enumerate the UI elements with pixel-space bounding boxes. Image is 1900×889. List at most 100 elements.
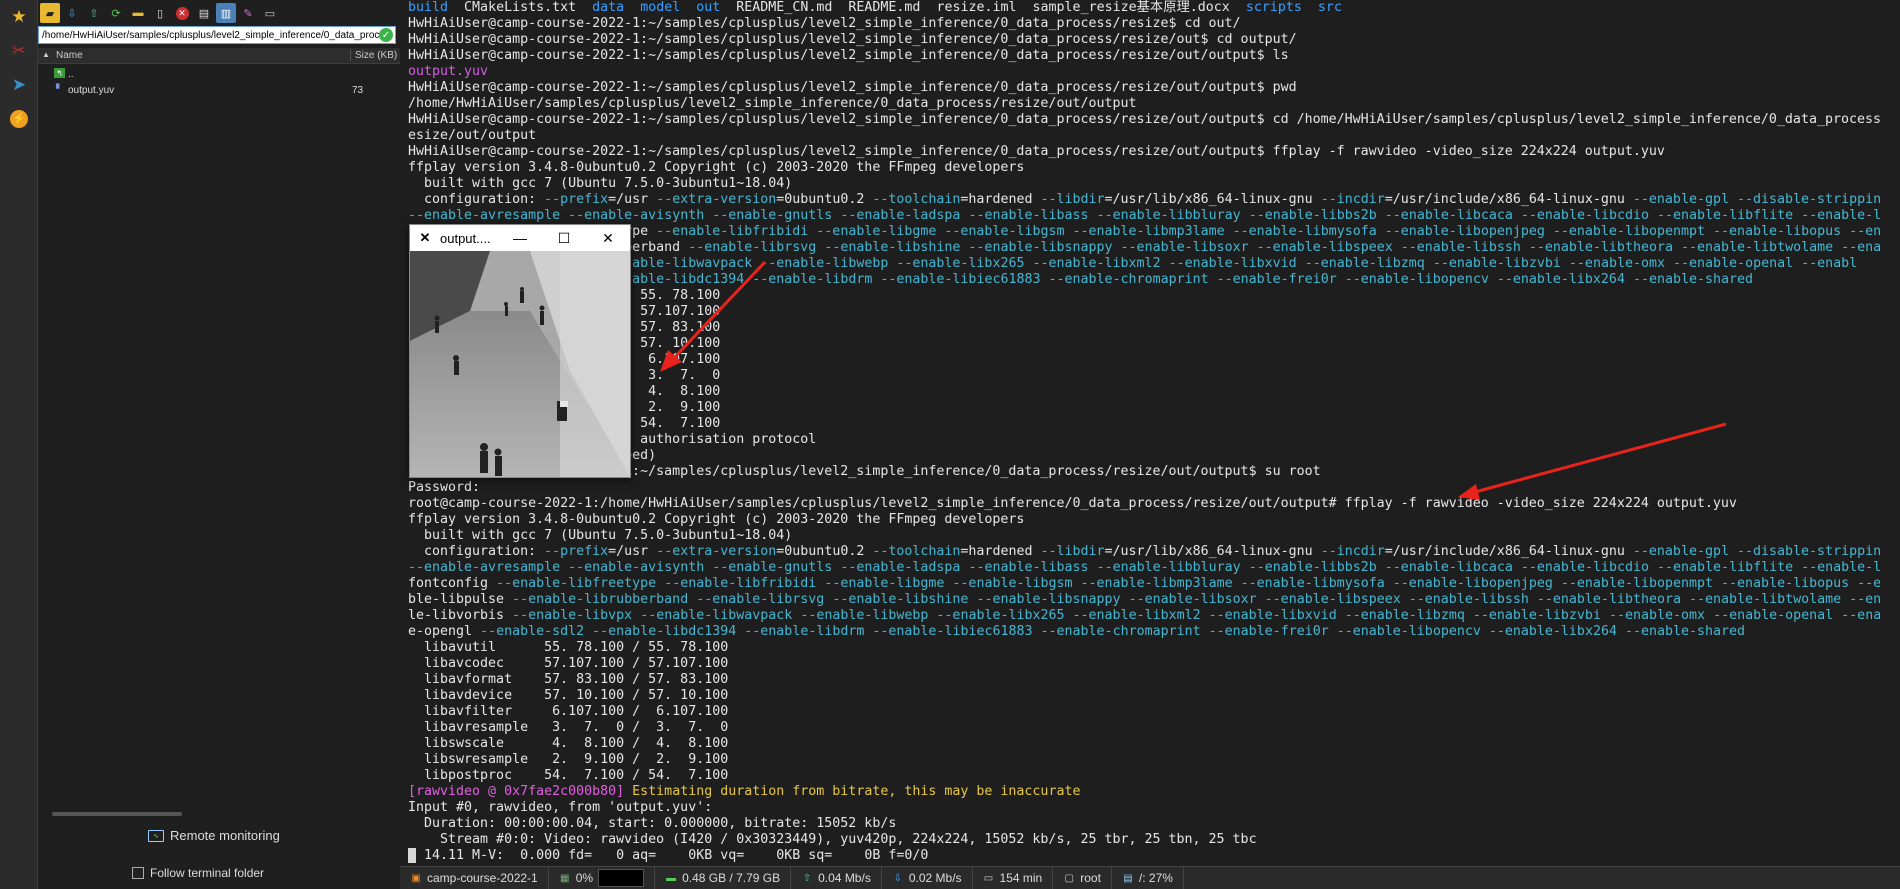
progress-text: 14.11 M-V: 0.000 fd= 0 aq= 0KB vq= 0KB s…	[416, 848, 929, 863]
prompt-line: HwHiAiUser@camp-course-2022-1:~/samples/…	[408, 144, 1665, 159]
monitor-chart-icon: ∿	[148, 829, 164, 842]
config-line-text: =hardened	[960, 192, 1041, 207]
file-row-output-yuv[interactable]: ▘ output.yuv 73	[38, 83, 400, 98]
status-download[interactable]: ⇩ 0.02 Mb/s	[882, 867, 973, 889]
config-option: --prefix	[544, 544, 609, 559]
config-option: --enable-libzvbi	[1432, 256, 1561, 271]
config-option: --enable-libx265	[896, 256, 1025, 271]
config-line-text	[1209, 272, 1217, 287]
config-option: --extra-version	[656, 544, 777, 559]
config-option: --enable-shared	[1632, 272, 1754, 287]
ls-entry: model	[640, 0, 681, 15]
config-option: --incdir	[1320, 192, 1385, 207]
delete-icon[interactable]: ✕	[172, 3, 192, 23]
stream-info-line: Input #0, rawvideo, from 'output.yuv':	[408, 800, 713, 815]
monitor-icon[interactable]: ⚡	[4, 104, 34, 134]
column-name[interactable]: Name	[56, 50, 83, 61]
config-line-text	[1233, 576, 1241, 591]
config-line-text	[1065, 608, 1073, 623]
config-line-text: =/usr	[608, 544, 657, 559]
column-size[interactable]: Size (KB)	[350, 50, 397, 61]
memory-icon: ▬	[666, 872, 677, 884]
config-line-text	[1841, 224, 1849, 239]
prompt-line: HwHiAiUser@camp-course-2022-1:~/samples/…	[408, 112, 1890, 127]
config-option: --enable-libshine	[832, 592, 969, 607]
config-option: --enable-libcdio	[1520, 560, 1649, 575]
config-option: --enable-libshine	[824, 240, 961, 255]
check-icon[interactable]: ✓	[379, 28, 393, 42]
rename-icon[interactable]: ▤	[194, 3, 214, 23]
config-option: --incdir	[1320, 544, 1385, 559]
config-option: --enable-libxml2	[1072, 608, 1201, 623]
config-option: --enable-libsoxr	[1120, 240, 1249, 255]
ffplay-titlebar[interactable]: ✕ output.... — ☐ ✕	[410, 225, 630, 251]
config-line-text	[1561, 256, 1569, 271]
config-line-text: le-libvorbis	[408, 608, 513, 623]
settings-icon[interactable]: ✎	[238, 3, 258, 23]
follow-terminal-checkbox[interactable]: Follow terminal folder	[132, 866, 264, 880]
vertical-scrollbar[interactable]	[1880, 0, 1890, 866]
minimize-button[interactable]: —	[498, 230, 542, 246]
terminal-icon[interactable]: ▭	[260, 3, 280, 23]
ffplay-window[interactable]: ✕ output.... — ☐ ✕	[409, 224, 631, 478]
path-text[interactable]: /home/HwHiAiUser/samples/cplusplus/level…	[39, 30, 379, 41]
config-option: --enable-libbluray	[1096, 208, 1241, 223]
file-row-parent[interactable]: ↰ ..	[38, 67, 400, 82]
ls-entry: CMakeLists.txt	[464, 0, 577, 15]
send-icon[interactable]: ➤	[4, 70, 34, 100]
config-option: --enable-libcaca	[1384, 208, 1513, 223]
config-line-text	[1649, 208, 1657, 223]
status-user[interactable]: ▢ root	[1053, 867, 1112, 889]
config-line-text	[1713, 576, 1721, 591]
user-icon: ▢	[1064, 872, 1074, 884]
config-line-text: =/usr/lib/x86_64-linux-gnu	[1104, 544, 1321, 559]
refresh-icon[interactable]: ⟳	[106, 3, 126, 23]
maximize-button[interactable]: ☐	[542, 230, 586, 247]
prompt-line: ffplay version 3.4.8-0ubuntu0.2 Copyrigh…	[408, 160, 1025, 175]
config-option: --enable-libdrm	[744, 624, 865, 639]
config-option: --enable-frei0r	[1216, 272, 1337, 287]
horizontal-scrollbar[interactable]	[52, 812, 182, 816]
config-option: --enable-omx	[1608, 608, 1706, 623]
sort-up-icon[interactable]: ▲	[42, 50, 50, 59]
config-option: --disable-stripping	[1737, 192, 1890, 207]
new-file-icon[interactable]: ▯	[150, 3, 170, 23]
status-disk[interactable]: ▤ /: 27%	[1112, 867, 1184, 889]
config-option: --enable-libwebp	[800, 608, 929, 623]
config-option: --enable-libtheora	[1528, 240, 1673, 255]
status-uptime[interactable]: ▭ 154 min	[973, 867, 1054, 889]
path-input[interactable]: /home/HwHiAiUser/samples/cplusplus/level…	[38, 26, 396, 44]
library-version-line: libavformat 57. 83.100 / 57. 83.100	[408, 672, 729, 687]
config-option: --enable-libspeex	[1256, 240, 1393, 255]
folder-icon[interactable]: ▰	[40, 3, 60, 23]
config-option: --enable-libwebp	[760, 256, 889, 271]
ls-entry: out	[696, 0, 721, 15]
new-folder-icon[interactable]: ▬	[128, 3, 148, 23]
file-name: ..	[68, 69, 74, 80]
config-option: --enable-libopenmpt	[1560, 576, 1714, 591]
properties-icon[interactable]: ▥	[216, 3, 236, 23]
config-line-text	[1841, 592, 1849, 607]
config-line-text	[1833, 240, 1841, 255]
star-icon[interactable]: ★	[4, 2, 34, 32]
status-cpu[interactable]: ▦ 0%	[549, 867, 656, 889]
upload-icon[interactable]: ⇧	[84, 3, 104, 23]
config-line-text	[1065, 224, 1073, 239]
download-icon[interactable]: ⇩	[62, 3, 82, 23]
ls-gap	[1230, 0, 1246, 15]
checkbox[interactable]	[132, 867, 144, 879]
config-line-text	[1729, 192, 1737, 207]
close-button[interactable]: ✕	[586, 230, 630, 247]
config-option: --enable-libssh	[1400, 240, 1521, 255]
status-memory[interactable]: ▬ 0.48 GB / 7.79 GB	[655, 867, 792, 889]
config-option: --enable-sdl2	[480, 624, 585, 639]
tools-icon[interactable]: ✂	[4, 36, 34, 66]
status-host[interactable]: ▣ camp-course-2022-1	[400, 867, 549, 889]
output-line: built with gcc 7 (Ubuntu 7.5.0-3ubuntu1~…	[408, 528, 793, 543]
config-line-text	[1793, 256, 1801, 271]
ls-entry: README_CN.md	[736, 0, 833, 15]
status-upload[interactable]: ⇧ 0.04 Mb/s	[791, 867, 882, 889]
remote-monitoring-button[interactable]: ∿ Remote monitoring	[148, 828, 280, 843]
config-line-text	[1601, 608, 1609, 623]
stream-info-line: Stream #0:0: Video: rawvideo (I420 / 0x3…	[408, 832, 1257, 847]
